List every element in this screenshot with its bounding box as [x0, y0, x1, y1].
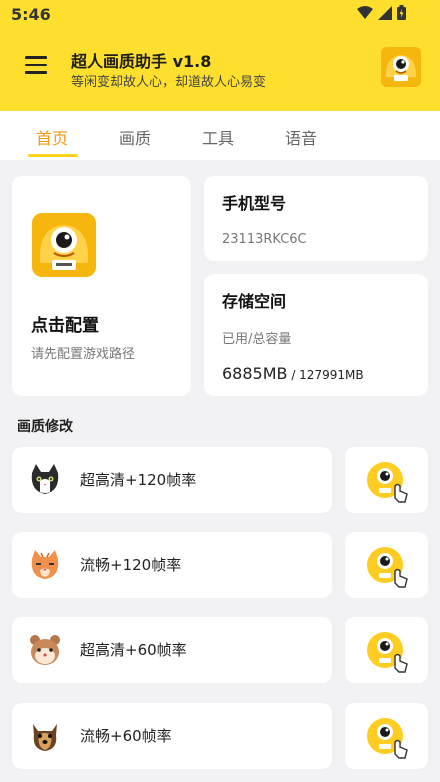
preset-label: 超高清+60帧率	[80, 641, 187, 659]
menu-icon	[25, 56, 47, 59]
preset-row[interactable]: 超高清+60帧率	[12, 617, 332, 683]
phone-model-value: 23113RKC6C	[222, 232, 307, 247]
mascot-tap-icon	[367, 547, 408, 588]
app-title: 超人画质助手 v1.8	[71, 52, 212, 71]
app-subtitle: 等闲变却故人心，却道故人心易变	[71, 75, 267, 90]
tab-bar: 首页 画质 工具 语音	[0, 111, 440, 160]
preset-label: 超高清+120帧率	[80, 471, 197, 489]
storage-title: 存储空间	[222, 292, 287, 311]
preset-label: 流畅+60帧率	[80, 727, 172, 745]
tab-tools[interactable]: 工具	[202, 125, 234, 149]
mascot-tap-icon	[367, 632, 408, 673]
menu-button[interactable]	[25, 56, 47, 76]
preset-row[interactable]: 流畅+120帧率	[12, 532, 332, 598]
preset-row[interactable]: 流畅+60帧率	[12, 703, 332, 769]
apply-button[interactable]	[345, 703, 428, 769]
storage-total: / 127991MB	[287, 368, 364, 382]
status-time: 5:46	[11, 5, 51, 24]
config-card[interactable]: 点击配置 请先配置游戏路径	[12, 176, 191, 396]
hamster-icon	[30, 635, 60, 665]
config-subtitle: 请先配置游戏路径	[31, 347, 136, 362]
preset-label: 流畅+120帧率	[80, 556, 182, 574]
phone-model-card: 手机型号 23113RKC6C	[204, 176, 428, 261]
phone-model-title: 手机型号	[222, 194, 287, 213]
tab-voice[interactable]: 语音	[285, 125, 317, 149]
storage-value: 6885MB / 127991MB	[222, 364, 364, 383]
app-logo-icon[interactable]	[381, 47, 421, 87]
signal-icon	[378, 5, 392, 20]
storage-used: 6885MB	[222, 364, 288, 383]
battery-icon	[397, 5, 406, 20]
orange-cat-icon	[31, 550, 59, 579]
wifi-icon	[357, 5, 373, 19]
status-icons	[357, 5, 406, 20]
preset-row[interactable]: 超高清+120帧率	[12, 447, 332, 513]
mascot-tap-icon	[367, 718, 408, 759]
section-title: 画质修改	[17, 419, 73, 435]
tab-home[interactable]: 首页	[36, 125, 68, 149]
tab-quality[interactable]: 画质	[119, 125, 151, 149]
tab-indicator	[28, 154, 78, 157]
apply-button[interactable]	[345, 617, 428, 683]
app-header: 5:46 超人画质助手 v1.8 等闲变却故人心，却道故人心易变	[0, 0, 440, 111]
mascot-tap-icon	[367, 462, 408, 503]
config-title: 点击配置	[31, 316, 99, 336]
storage-card: 存储空间 已用/总容量 6885MB / 127991MB	[204, 274, 428, 396]
apply-button[interactable]	[345, 447, 428, 513]
dog-icon	[33, 724, 57, 751]
black-white-cat-icon	[31, 464, 59, 494]
game-mascot-icon	[32, 213, 96, 277]
apply-button[interactable]	[345, 532, 428, 598]
storage-subtitle: 已用/总容量	[222, 332, 292, 347]
